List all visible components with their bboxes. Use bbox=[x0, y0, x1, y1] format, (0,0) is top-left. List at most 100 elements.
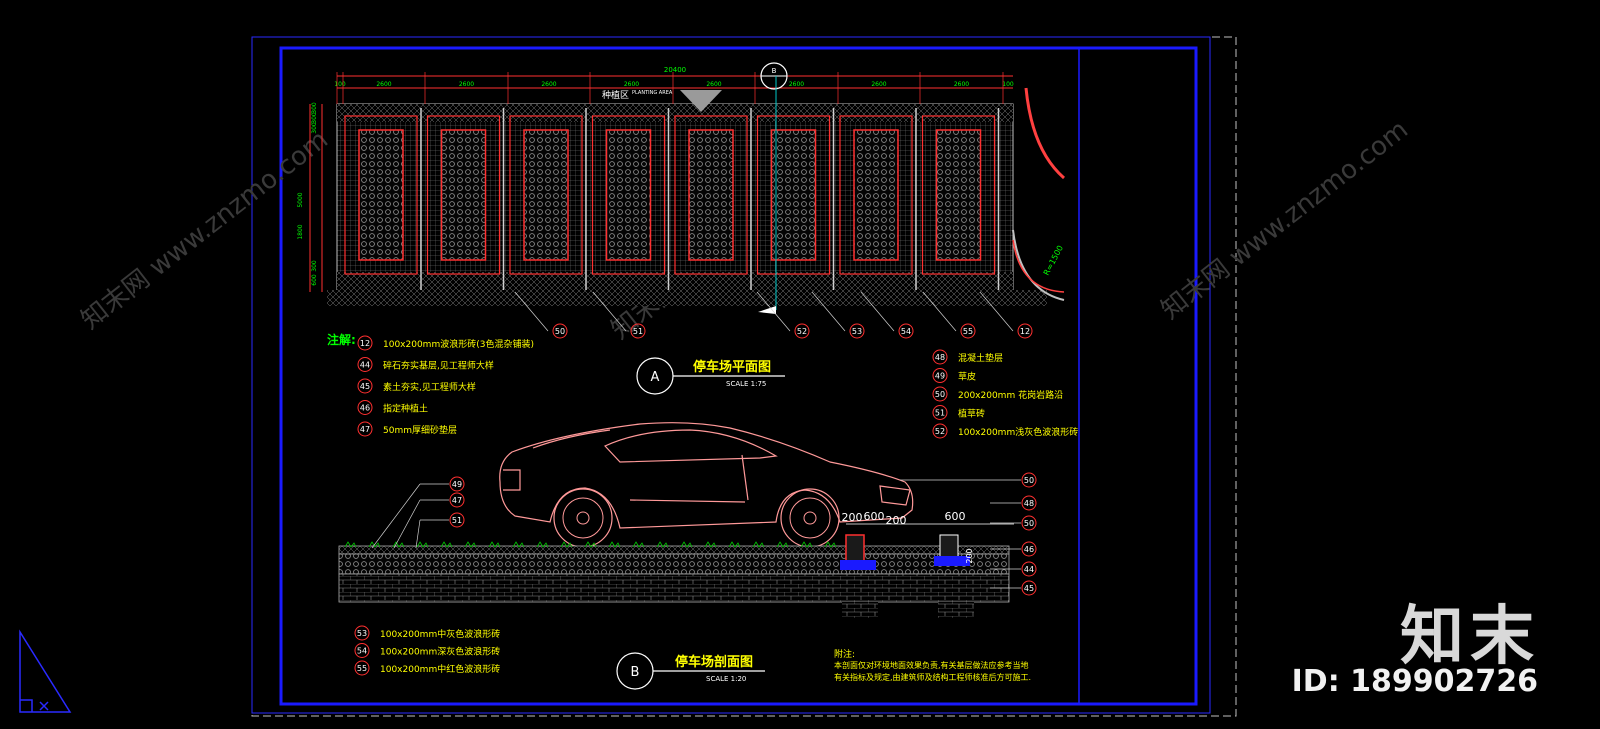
notes-left: 12 100x200mm波浪形砖(3色混杂铺装) 44 碎石夯实基层,见工程师大样 45… bbox=[357, 335, 534, 437]
note-text: 200x200mm 花岗岩路沿 bbox=[958, 389, 1063, 401]
note-number: 52 bbox=[935, 427, 945, 436]
callout-number: 50 bbox=[1024, 519, 1034, 528]
note-number: 45 bbox=[360, 382, 370, 391]
radius-label: R=1500 bbox=[1042, 244, 1065, 277]
callout-number: 52 bbox=[797, 327, 807, 336]
callout-number: 50 bbox=[555, 327, 565, 336]
note-text: 素土夯实,见工程师大样 bbox=[383, 381, 476, 393]
section-dim-text: 200 bbox=[842, 511, 863, 524]
wheel-rear-hub bbox=[576, 511, 590, 525]
title-a: A 停车场平面图 SCALE 1:75 bbox=[636, 357, 785, 395]
segment-dim-text: 2600 bbox=[541, 81, 556, 88]
callout-leader bbox=[371, 483, 421, 549]
note-number: 47 bbox=[360, 425, 370, 434]
note-number: 55 bbox=[357, 664, 367, 673]
bay-grass-paver bbox=[770, 129, 817, 261]
note-text: 50mm厚细砂垫层 bbox=[383, 424, 457, 436]
car-roofline bbox=[532, 429, 611, 449]
note-text: 100x200mm中灰色波浪形砖 bbox=[380, 628, 500, 640]
section-gravel bbox=[338, 553, 1010, 575]
bay-grass-paver bbox=[853, 129, 899, 261]
planting-label: 种植区 bbox=[602, 89, 629, 101]
bay-grass-paver bbox=[358, 129, 404, 261]
left-dim-text: 1800 bbox=[297, 224, 304, 239]
wheel-front-rim bbox=[789, 497, 831, 539]
note-text: 100x200mm浅灰色波浪形砖 bbox=[958, 426, 1078, 438]
remark-title: 附注: bbox=[834, 648, 855, 660]
car-window bbox=[603, 429, 778, 463]
title-b-text: 停车场剖面图 bbox=[675, 654, 753, 670]
segment-dim-text: 2600 bbox=[789, 81, 804, 88]
segment-dim-text: 2600 bbox=[624, 81, 639, 88]
segment-dim-text: 2600 bbox=[459, 81, 474, 88]
note-number: 54 bbox=[357, 647, 367, 656]
title-a-scale: SCALE 1:75 bbox=[726, 380, 766, 388]
callout-number: 54 bbox=[901, 327, 911, 336]
wheel-rear-rim bbox=[562, 497, 604, 539]
ucs-icon bbox=[19, 629, 72, 713]
note-number: 49 bbox=[935, 372, 945, 381]
wheel-rear bbox=[553, 488, 613, 548]
curb-arc-top bbox=[1024, 87, 1065, 180]
parking-section: 200 600 200 600200 494751504850464445 bbox=[338, 422, 1037, 618]
callout-leader bbox=[415, 519, 421, 549]
cad-canvas[interactable]: 知末网www.znzmo.com知末网www.znzmo.com知末网www.z… bbox=[0, 0, 1600, 725]
remark-line-2: 有关指标及规定,由建筑师及结构工程师核准后方可施工. bbox=[834, 672, 1031, 682]
callout-number: 50 bbox=[1024, 476, 1034, 485]
bay-grass-paver bbox=[688, 129, 734, 261]
wheel-front-hub bbox=[803, 511, 817, 525]
left-dim-text: 300 bbox=[311, 102, 318, 114]
footing-2 bbox=[938, 602, 974, 618]
title-b-letter: B bbox=[631, 665, 640, 680]
ucs-corner bbox=[20, 699, 33, 712]
notes-right: 48 混凝土垫层 49 草皮 50 200x200mm 花岗岩路沿 51 植草砖 52 100x2… bbox=[932, 349, 1078, 439]
left-dim-text: 5000 bbox=[297, 192, 304, 207]
callout-number: 49 bbox=[452, 480, 462, 489]
wheel-front bbox=[780, 488, 840, 548]
section-surface bbox=[338, 545, 1010, 555]
bay-grass-paver bbox=[440, 129, 487, 261]
parking-plan: R=1500 20400 100 2600 2600 2600 2600 2600 2600… bbox=[297, 62, 1065, 339]
segment-dim-text: 100 bbox=[334, 81, 346, 88]
callout-number: 48 bbox=[1024, 499, 1034, 508]
note-text: 100x200mm波浪形砖(3色混杂铺装) bbox=[383, 338, 534, 350]
section-dim-text: 600 bbox=[864, 510, 885, 523]
callout-number: 45 bbox=[1024, 584, 1034, 593]
title-b-scale: SCALE 1:20 bbox=[706, 675, 746, 683]
segment-dim-text: 2600 bbox=[376, 81, 391, 88]
segment-dim-text: 100 bbox=[1002, 81, 1014, 88]
section-dim-text: 200 bbox=[965, 548, 974, 563]
note-number: 51 bbox=[935, 409, 945, 418]
segment-dim-text: 2600 bbox=[706, 81, 721, 88]
left-dim-text: 300 bbox=[311, 122, 318, 134]
brand-id: ID: 189902726 bbox=[1291, 664, 1538, 699]
note-number: 46 bbox=[360, 404, 370, 413]
note-text: 混凝土垫层 bbox=[958, 352, 1003, 364]
watermark-text: 知末网www.znzmo.com bbox=[76, 125, 334, 336]
note-number: 53 bbox=[357, 629, 367, 638]
callout-leader bbox=[393, 499, 421, 549]
note-text: 100x200mm深灰色波浪形砖 bbox=[380, 646, 500, 658]
callout-number: 12 bbox=[1020, 327, 1030, 336]
north-marker-letter: B bbox=[772, 67, 777, 75]
callout-number: 44 bbox=[1024, 565, 1034, 574]
ucs-x-mark bbox=[39, 701, 49, 711]
section-dim-text: 200 bbox=[886, 514, 907, 527]
section-dim-text: 600 bbox=[945, 510, 966, 523]
note-number: 48 bbox=[935, 353, 945, 362]
note-text: 100x200mm中红色波浪形砖 bbox=[380, 663, 500, 675]
segment-dim-text: 2600 bbox=[954, 81, 969, 88]
car-headlight bbox=[879, 485, 911, 506]
bay-grass-paver bbox=[523, 129, 569, 261]
total-dim-text: 20400 bbox=[664, 66, 686, 74]
left-dim-text: 300 bbox=[311, 260, 318, 272]
bay-grass-paver bbox=[935, 129, 982, 261]
title-b: B 停车场剖面图 SCALE 1:20 bbox=[616, 652, 765, 690]
callout-number: 47 bbox=[452, 496, 462, 505]
footing-1 bbox=[842, 602, 878, 618]
note-text: 碎石夯实基层,见工程师大样 bbox=[383, 360, 494, 372]
cad-drawing: 知末网www.znzmo.com知末网www.znzmo.com知末网www.z… bbox=[19, 36, 1414, 717]
plan-edge-band bbox=[327, 290, 1047, 306]
plan-bottom-band bbox=[337, 272, 1013, 292]
note-number: 12 bbox=[360, 339, 370, 348]
